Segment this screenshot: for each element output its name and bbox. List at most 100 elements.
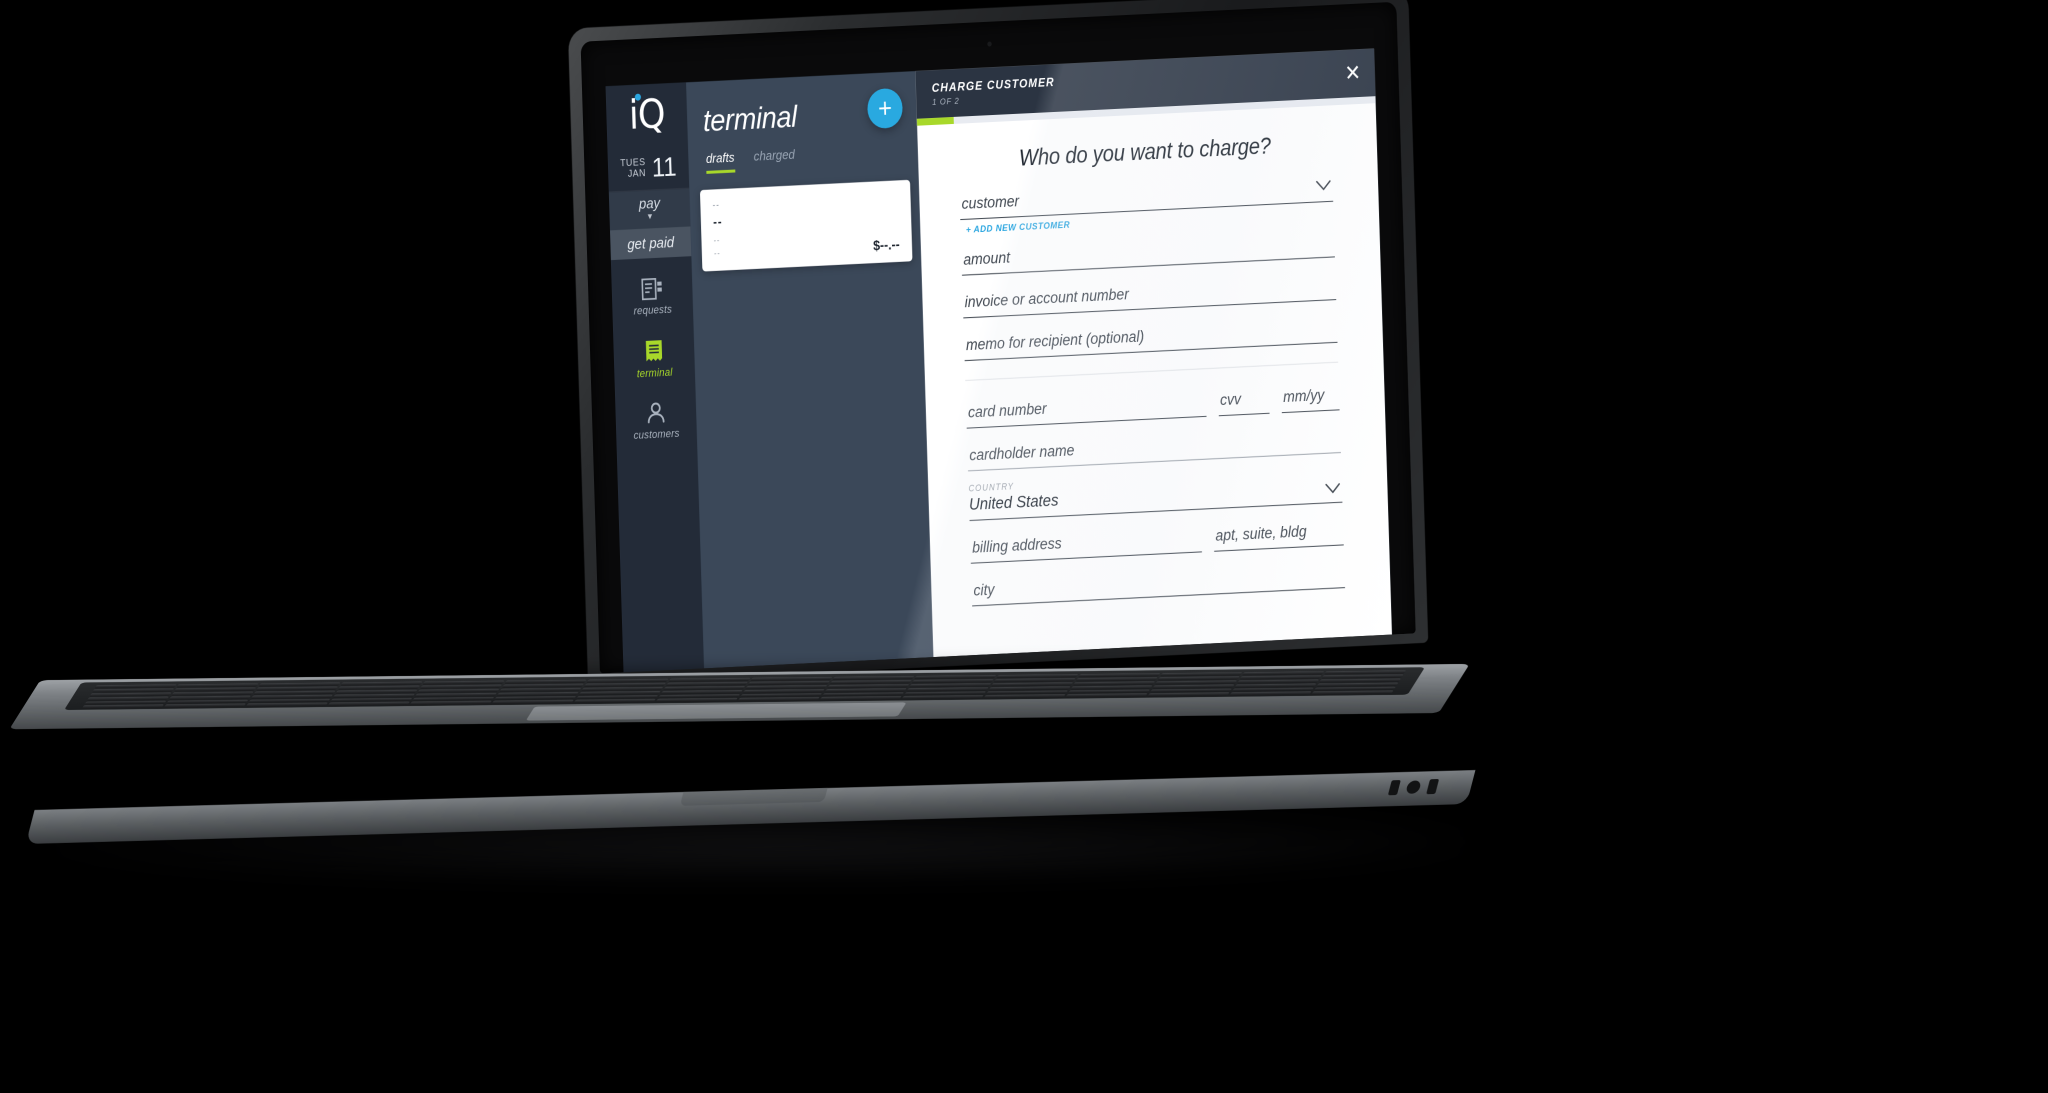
keyboard-key bbox=[655, 698, 738, 703]
keyboard-key bbox=[1318, 678, 1401, 683]
keyboard-key bbox=[822, 692, 905, 697]
keyboard-row bbox=[89, 678, 1401, 697]
expiry-input[interactable]: mm/yy bbox=[1281, 386, 1340, 414]
get-paid-button[interactable]: get paid bbox=[609, 226, 692, 261]
keyboard-key bbox=[663, 685, 746, 690]
keyboard-key bbox=[1157, 676, 1240, 681]
field-underline bbox=[972, 587, 1346, 607]
webcam-icon bbox=[987, 41, 992, 47]
draft-list-item[interactable]: -- -- -- -- $--.-- bbox=[699, 179, 913, 272]
draft-amount: $--.-- bbox=[872, 236, 900, 254]
keyboard-key bbox=[501, 683, 584, 688]
keyboard-key bbox=[176, 683, 259, 688]
field-underline bbox=[1214, 544, 1344, 552]
plus-icon: + bbox=[877, 92, 893, 124]
keyboard-key bbox=[909, 683, 992, 688]
keyboard-key bbox=[991, 682, 1074, 687]
keyboard-key bbox=[658, 693, 741, 699]
keyboard-key bbox=[1149, 688, 1232, 693]
cvv-input[interactable]: cvv bbox=[1218, 390, 1270, 417]
progress-bar bbox=[916, 96, 1376, 126]
country-select[interactable]: COUNTRY United States bbox=[968, 465, 1343, 522]
keyboard-key bbox=[824, 688, 907, 693]
keyboard-key bbox=[256, 686, 339, 691]
field-underline bbox=[961, 256, 1335, 276]
drawer-header: CHARGE CUSTOMER 1 OF 2 ✕ bbox=[915, 48, 1376, 119]
keyboard-key bbox=[1242, 671, 1325, 676]
laptop-lid: iQ TUES JAN 11 pay ▾ get paid requests t… bbox=[567, 0, 1429, 685]
keyboard-key bbox=[903, 691, 986, 696]
keyboard-key bbox=[827, 683, 910, 689]
keyboard-key bbox=[1152, 684, 1235, 689]
keyboard-key bbox=[1160, 672, 1243, 677]
terminal-list-panel: terminal drafts charged -- -- -- -- $--.… bbox=[686, 71, 934, 669]
keyboard-key bbox=[499, 687, 582, 692]
keyboard-key bbox=[1321, 674, 1404, 679]
date-dow-mon: TUES JAN bbox=[620, 157, 646, 180]
terminal-receipt-icon bbox=[643, 338, 665, 364]
keyboard-key bbox=[251, 694, 333, 699]
keyboard-key bbox=[94, 684, 177, 689]
keyboard-key bbox=[586, 678, 669, 683]
billing-address-input[interactable]: billing address bbox=[970, 529, 1202, 564]
keyboard-key bbox=[819, 696, 902, 701]
keyboard bbox=[78, 669, 1410, 710]
keyboard-key bbox=[583, 682, 666, 687]
keyboard-key bbox=[169, 695, 252, 700]
sidebar-item-requests[interactable]: requests bbox=[611, 270, 693, 324]
keyboard-key bbox=[491, 699, 574, 705]
chevron-down-icon bbox=[1325, 481, 1340, 500]
address-row: billing address apt, suite, bldg bbox=[970, 522, 1344, 583]
pay-menu-toggle[interactable]: pay ▾ bbox=[608, 188, 691, 231]
keyboard-key bbox=[1311, 690, 1394, 695]
keyboard-key bbox=[745, 684, 828, 690]
draft-line-1: -- bbox=[712, 200, 720, 211]
keyboard-key bbox=[1234, 683, 1317, 688]
tab-drafts[interactable]: drafts bbox=[705, 149, 735, 174]
keyboard-key bbox=[1075, 677, 1158, 682]
drawer-header-text: CHARGE CUSTOMER 1 OF 2 bbox=[932, 75, 1056, 107]
draft-line-2: -- bbox=[712, 213, 723, 230]
keyboard-key bbox=[1313, 686, 1396, 691]
keyboard-key bbox=[1239, 675, 1322, 680]
lid-open-notch bbox=[679, 788, 828, 806]
card-number-input[interactable]: card number bbox=[966, 393, 1207, 429]
keyboard-key bbox=[914, 674, 997, 680]
memo-input[interactable]: memo for recipient (optional) bbox=[964, 319, 1338, 362]
tab-charged[interactable]: charged bbox=[753, 147, 795, 172]
keyboard-key bbox=[737, 697, 820, 702]
keyboard-key bbox=[245, 702, 328, 707]
keyboard-key bbox=[340, 681, 423, 686]
apt-input[interactable]: apt, suite, bldg bbox=[1213, 522, 1344, 552]
country-label: COUNTRY bbox=[968, 481, 1015, 494]
sidebar-item-terminal[interactable]: terminal bbox=[613, 332, 695, 387]
deck-surface bbox=[9, 663, 1470, 730]
add-new-button[interactable]: + bbox=[866, 87, 904, 130]
keyboard-row bbox=[92, 674, 1404, 693]
sidebar-nav: requests terminal customers bbox=[611, 256, 697, 448]
keyboard-key bbox=[1073, 681, 1156, 686]
keyboard-key bbox=[258, 682, 341, 687]
app-logo[interactable]: iQ bbox=[606, 82, 688, 148]
field-underline bbox=[1281, 409, 1340, 414]
keyboard-key bbox=[747, 680, 830, 685]
keyboard-key bbox=[1236, 679, 1319, 684]
sidebar-item-label: requests bbox=[633, 303, 673, 318]
keyboard-key bbox=[174, 687, 257, 692]
keyboard-key bbox=[81, 704, 164, 709]
keyboard-row bbox=[84, 686, 1396, 705]
billing-address-placeholder: billing address bbox=[971, 535, 1062, 557]
close-x-icon[interactable]: ✕ bbox=[1344, 60, 1361, 86]
keyboard-key bbox=[1323, 670, 1406, 675]
sidebar-item-customers[interactable]: customers bbox=[615, 394, 697, 448]
cvv-placeholder: cvv bbox=[1219, 391, 1242, 410]
keyboard-row bbox=[87, 682, 1399, 701]
keyboard-well bbox=[63, 667, 1425, 711]
keyboard-key bbox=[420, 684, 503, 689]
keyboard-key bbox=[171, 691, 254, 696]
keyboard-key bbox=[901, 695, 984, 700]
drawer-step: 1 OF 2 bbox=[932, 91, 1055, 107]
keyboard-key bbox=[573, 698, 656, 704]
keyboard-key bbox=[1070, 685, 1153, 690]
field-underline bbox=[963, 299, 1337, 319]
